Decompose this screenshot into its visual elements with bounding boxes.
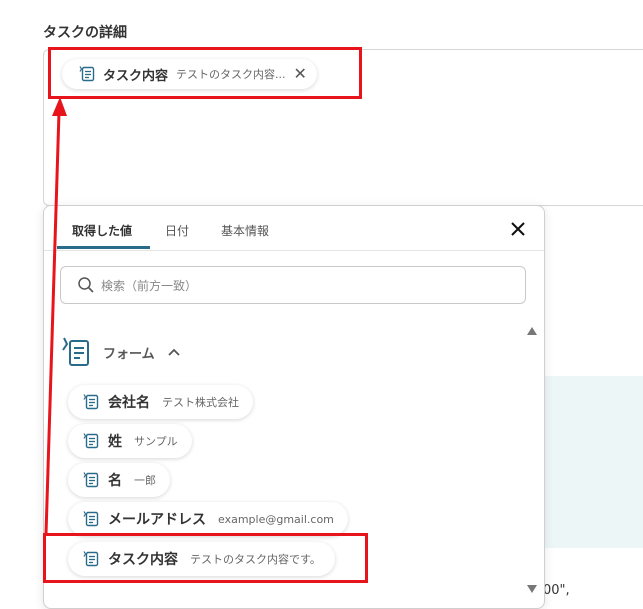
form-icon <box>83 394 99 410</box>
picker-tabs: 取得した値 日付 基本情報 <box>44 206 544 251</box>
form-group-title: フォーム <box>103 346 155 362</box>
field-pill-task-content[interactable]: タスク内容 テストのタスク内容です。 <box>68 542 335 576</box>
form-group-header[interactable]: フォーム <box>61 334 181 370</box>
field-pill-company[interactable]: 会社名 テスト株式会社 <box>68 385 253 419</box>
tab-basic-info[interactable]: 基本情報 <box>221 222 269 239</box>
form-icon <box>62 337 89 366</box>
inserted-value-pill[interactable]: タスク内容 テストのタスク内容... ✕ <box>62 59 317 89</box>
scroll-up-arrow[interactable] <box>527 327 537 335</box>
form-icon <box>83 472 99 488</box>
search-box <box>60 266 526 304</box>
field-label: タスク内容 <box>108 552 178 568</box>
field-value: example@gmail.com <box>218 512 334 526</box>
form-icon <box>83 551 99 567</box>
background-code-snippet: 00", <box>543 583 570 598</box>
field-label: メールアドレス <box>108 512 206 528</box>
field-pill-last-name[interactable]: 姓 サンプル <box>68 424 192 458</box>
scroll-down-arrow[interactable] <box>527 585 537 593</box>
task-details-label: タスクの詳細 <box>43 25 127 41</box>
field-value: サンプル <box>134 435 178 448</box>
remove-pill-icon[interactable]: ✕ <box>294 66 307 82</box>
field-pill-first-name[interactable]: 名 一郎 <box>68 463 170 497</box>
close-icon[interactable] <box>506 217 530 241</box>
form-icon <box>83 511 99 527</box>
field-value: テスト株式会社 <box>162 396 239 409</box>
pill-value: テストのタスク内容... <box>176 68 286 81</box>
search-input[interactable] <box>99 275 503 297</box>
value-picker-popup: 取得した値 日付 基本情報 フォーム <box>43 205 545 609</box>
chevron-up-icon <box>167 348 180 356</box>
form-icon <box>79 66 95 82</box>
tab-retrieved-values[interactable]: 取得した値 <box>72 222 132 239</box>
field-label: 会社名 <box>108 395 150 411</box>
field-label: 姓 <box>108 434 122 450</box>
field-pill-email[interactable]: メールアドレス example@gmail.com <box>68 502 348 536</box>
field-value: テストのタスク内容です。 <box>190 553 321 566</box>
field-label: 名 <box>108 473 122 489</box>
active-tab-indicator <box>57 246 150 249</box>
field-value: 一郎 <box>134 474 156 487</box>
tab-date[interactable]: 日付 <box>165 222 189 239</box>
form-icon <box>83 433 99 449</box>
background-panel <box>543 376 643 548</box>
pill-label: タスク内容 <box>103 68 169 84</box>
search-icon <box>78 277 94 293</box>
